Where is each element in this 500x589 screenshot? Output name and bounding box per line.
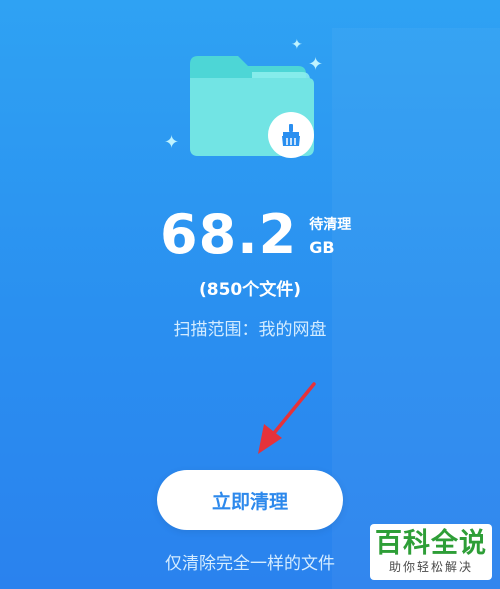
size-unit: GB [309,238,335,257]
watermark-subtitle: 助你轻松解决 [388,560,473,574]
scan-scope: 扫描范围：我的网盘 [173,320,327,340]
broom-badge [268,112,314,158]
size-value: 68.2 [160,203,298,266]
right-panel-overlay [332,28,500,589]
watermark-logo: 百科全说 助你轻松解决 [370,524,492,580]
scan-size-summary: 68.2 待清理 GB [160,204,351,274]
pending-clean-label: 待清理 [309,217,352,233]
annotation-arrow [258,382,316,454]
size-meta: 待清理 GB [309,216,351,259]
clean-now-button[interactable]: 立即清理 [157,470,343,530]
file-count: (850个文件) [198,280,302,300]
watermark-title: 百科全说 [375,528,487,559]
sparkle-icon: ✦ [291,37,303,53]
broom-icon [282,124,300,146]
sparkle-icon: ✦ [164,132,180,153]
